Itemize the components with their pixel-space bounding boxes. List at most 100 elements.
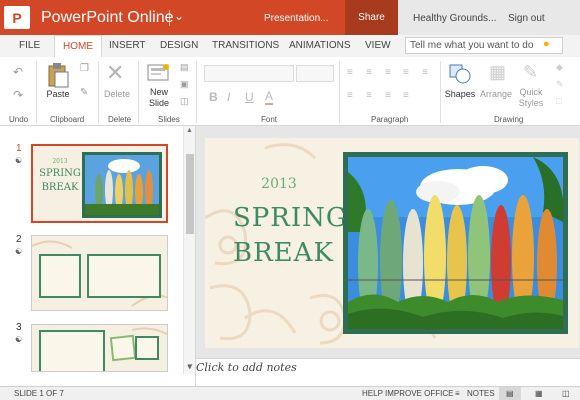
group-label-slides: Slides: [158, 115, 180, 124]
sign-out-link[interactable]: Sign out: [508, 13, 545, 24]
font-color-icon[interactable]: A: [265, 89, 274, 105]
slide-panel-scrollbar[interactable]: ▲ ▼: [183, 126, 195, 374]
tab-home[interactable]: HOME: [54, 35, 102, 57]
thumbnail-layout-3: [39, 327, 167, 371]
tab-animations[interactable]: ANIMATIONS: [289, 40, 350, 51]
app-name[interactable]: PowerPoint Online: [41, 9, 174, 27]
slide-number-3: 3: [16, 322, 22, 333]
slide-count-status: SLIDE 1 OF 7: [14, 389, 64, 398]
slide-year-text[interactable]: 2013: [254, 176, 304, 192]
new-slide-icon[interactable]: [147, 63, 171, 83]
help-improve-office-link[interactable]: HELP IMPROVE OFFICE: [362, 389, 453, 398]
align-right-icon[interactable]: ≡: [385, 90, 391, 101]
paste-icon[interactable]: [46, 62, 70, 88]
delete-icon[interactable]: ✕: [106, 60, 124, 86]
bold-icon[interactable]: B: [209, 90, 218, 104]
quick-styles-label[interactable]: Quick: [513, 87, 549, 97]
group-separator: [36, 61, 37, 123]
scroll-up-icon[interactable]: ▲: [186, 127, 193, 134]
duplicate-slide-icon[interactable]: ▣: [180, 79, 189, 90]
group-label-font: Font: [261, 115, 278, 124]
underline-icon[interactable]: U: [245, 90, 254, 104]
group-label-delete: Delete: [108, 115, 132, 124]
lightbulb-icon: ●: [543, 38, 550, 50]
tab-insert[interactable]: INSERT: [109, 40, 146, 51]
align-left-icon[interactable]: ≡: [347, 90, 353, 101]
tab-view[interactable]: VIEW: [365, 40, 391, 51]
italic-icon[interactable]: I: [227, 90, 230, 104]
scrollbar-thumb[interactable]: [186, 154, 194, 234]
ribbon: ↶ ↷ Undo Paste ❐ ✎ Clipboard ✕ Delete De…: [0, 57, 580, 126]
group-label-clipboard: Clipboard: [50, 115, 85, 124]
shape-outline-icon[interactable]: ✎: [556, 79, 564, 90]
bullets-icon[interactable]: ≡: [347, 67, 353, 78]
group-label-drawing: Drawing: [494, 115, 524, 124]
slide-thumbnail-2[interactable]: [31, 235, 168, 311]
chevron-down-icon[interactable]: ⌄: [174, 9, 184, 23]
layout-icon[interactable]: ▤: [180, 62, 189, 73]
font-size-dropdown[interactable]: [296, 65, 334, 82]
redo-icon[interactable]: ↷: [13, 88, 23, 102]
notes-toggle-label[interactable]: NOTES: [467, 389, 495, 398]
arrange-button-label[interactable]: Arrange: [478, 89, 514, 99]
slide-title-line-2[interactable]: BREAK: [233, 238, 333, 268]
decrease-indent-icon[interactable]: ≡: [385, 67, 391, 78]
document-name[interactable]: Presentation...: [264, 13, 328, 24]
new-slide-label[interactable]: New: [141, 87, 177, 97]
shapes-button-label[interactable]: Shapes: [442, 89, 478, 99]
group-separator: [440, 61, 441, 123]
surfboards-photo[interactable]: [343, 152, 568, 334]
numbering-icon[interactable]: ≡: [366, 67, 372, 78]
tell-me-search-input[interactable]: Tell me what you want to do: [405, 37, 563, 54]
group-label-undo: Undo: [9, 115, 29, 124]
new-slide-label-2[interactable]: Slide: [141, 98, 177, 108]
shape-fill-icon[interactable]: ◆: [556, 62, 563, 73]
tab-design[interactable]: DESIGN: [160, 40, 198, 51]
tab-file[interactable]: FILE: [19, 40, 40, 51]
thumbnail-title-1: SPRING: [39, 168, 81, 179]
group-separator: [339, 61, 340, 123]
group-separator: [196, 61, 197, 123]
transition-icon: ☯: [15, 335, 23, 344]
paste-button-label[interactable]: Paste: [45, 89, 71, 99]
normal-view-icon[interactable]: ▤: [506, 389, 514, 398]
thumbnail-title-2: BREAK: [41, 182, 79, 193]
transition-icon: ☯: [15, 247, 23, 256]
thumbnail-year: 2013: [52, 158, 68, 165]
title-separator: [169, 10, 170, 26]
slide-sorter-icon[interactable]: ▦: [535, 389, 543, 398]
powerpoint-logo-icon[interactable]: P: [4, 6, 30, 29]
shapes-icon[interactable]: [448, 61, 472, 87]
powerpoint-online-window: P PowerPoint Online ⌄ Presentation... Sh…: [0, 0, 580, 400]
slide-title-line-1[interactable]: SPRING: [233, 203, 347, 233]
account-name[interactable]: Healthy Grounds...: [413, 13, 496, 24]
shape-effects-icon[interactable]: □: [556, 96, 561, 106]
font-family-dropdown[interactable]: [204, 65, 294, 82]
delete-button-label[interactable]: Delete: [101, 89, 133, 99]
increase-indent-icon[interactable]: ≡: [403, 67, 409, 78]
quick-styles-icon[interactable]: ✎: [523, 62, 538, 83]
justify-icon[interactable]: ≡: [403, 90, 409, 101]
undo-icon[interactable]: ↶: [13, 65, 23, 79]
slide-number-2: 2: [16, 234, 22, 245]
align-center-icon[interactable]: ≡: [366, 90, 372, 101]
share-button[interactable]: Share: [345, 0, 398, 35]
quick-styles-label-2[interactable]: Styles: [513, 98, 549, 108]
tab-transitions[interactable]: TRANSITIONS: [212, 40, 279, 51]
format-painter-icon[interactable]: ✎: [80, 87, 88, 98]
reading-view-icon[interactable]: ◫: [562, 389, 570, 398]
arrange-icon[interactable]: ▦: [489, 62, 506, 83]
text-direction-icon[interactable]: ≡: [422, 67, 428, 78]
thumbnail-photo: [82, 152, 162, 218]
title-bar: P PowerPoint Online ⌄ Presentation... Sh…: [0, 0, 580, 35]
hide-slide-icon[interactable]: ◫: [180, 96, 189, 107]
copy-icon[interactable]: ❐: [80, 63, 89, 74]
notes-icon[interactable]: ≡: [455, 389, 460, 398]
slide-thumbnail-3[interactable]: [31, 324, 168, 372]
group-label-paragraph: Paragraph: [371, 115, 409, 124]
slide-thumbnail-1[interactable]: 2013 SPRING BREAK: [31, 144, 168, 223]
group-separator: [98, 61, 99, 123]
notes-expand-icon[interactable]: ▼: [186, 362, 194, 371]
notes-placeholder[interactable]: Click to add notes: [196, 361, 297, 374]
slide-number-1: 1: [16, 143, 22, 154]
